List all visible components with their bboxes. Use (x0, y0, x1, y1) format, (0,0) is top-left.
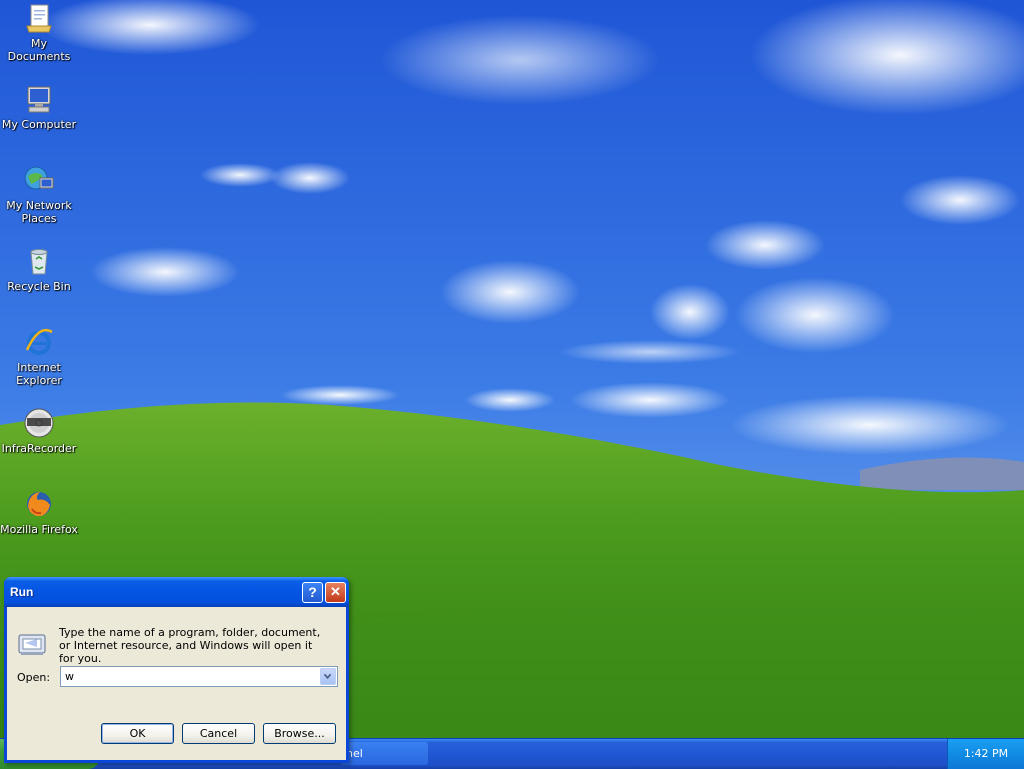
run-prompt-text: Type the name of a program, folder, docu… (59, 626, 321, 665)
system-tray: 1:42 PM (947, 739, 1024, 769)
desktop-icon-my-documents[interactable]: My Documents (0, 2, 78, 63)
internet-explorer-icon (23, 326, 55, 358)
desktop-icon-label: My Network Places (6, 199, 72, 225)
recycle-bin-icon (23, 245, 55, 277)
clock[interactable]: 1:42 PM (964, 747, 1008, 760)
desktop-icon-my-computer[interactable]: My Computer (0, 83, 78, 131)
close-button[interactable]: ✕ (325, 582, 346, 603)
desktop-icon-label: InfraRecorder (1, 442, 77, 455)
desktop-icon-internet-explorer[interactable]: Internet Explorer (0, 326, 78, 387)
open-combobox[interactable] (60, 666, 338, 687)
desktop-icon-label: Recycle Bin (7, 280, 71, 293)
network-places-icon (23, 164, 55, 196)
desktop-icon-label: My Documents (7, 37, 71, 63)
desktop-icon-label: Mozilla Firefox (0, 523, 78, 536)
infrarecorder-icon (23, 407, 55, 439)
cancel-button[interactable]: Cancel (182, 723, 255, 744)
desktop-icon-label: Internet Explorer (16, 361, 62, 387)
help-icon: ? (308, 584, 317, 600)
dialog-title: Run (10, 585, 34, 599)
firefox-icon (23, 488, 55, 520)
desktop-icon-label: My Computer (1, 118, 77, 131)
taskbar-item[interactable]: nel (340, 742, 428, 765)
dialog-body: Type the name of a program, folder, docu… (7, 607, 346, 760)
help-button[interactable]: ? (302, 582, 323, 603)
chevron-down-icon (323, 673, 332, 680)
documents-folder-icon (23, 2, 55, 34)
ok-button[interactable]: OK (101, 723, 174, 744)
open-input[interactable] (61, 667, 313, 686)
computer-icon (23, 83, 55, 115)
desktop-icon-recycle-bin[interactable]: Recycle Bin (0, 245, 78, 293)
desktop-icon-mozilla-firefox[interactable]: Mozilla Firefox (0, 488, 78, 536)
run-icon (18, 634, 46, 655)
run-dialog: Run ? ✕ Type the name of a program, fold… (4, 577, 349, 763)
title-bar[interactable]: Run ? ✕ (4, 577, 349, 607)
desktop-icon-infrarecorder[interactable]: InfraRecorder (0, 407, 78, 455)
open-dropdown-button[interactable] (320, 668, 336, 685)
open-label: Open: (17, 671, 51, 684)
desktop-icon-my-network-places[interactable]: My Network Places (0, 164, 78, 225)
close-icon: ✕ (330, 584, 341, 599)
browse-button[interactable]: Browse... (263, 723, 336, 744)
